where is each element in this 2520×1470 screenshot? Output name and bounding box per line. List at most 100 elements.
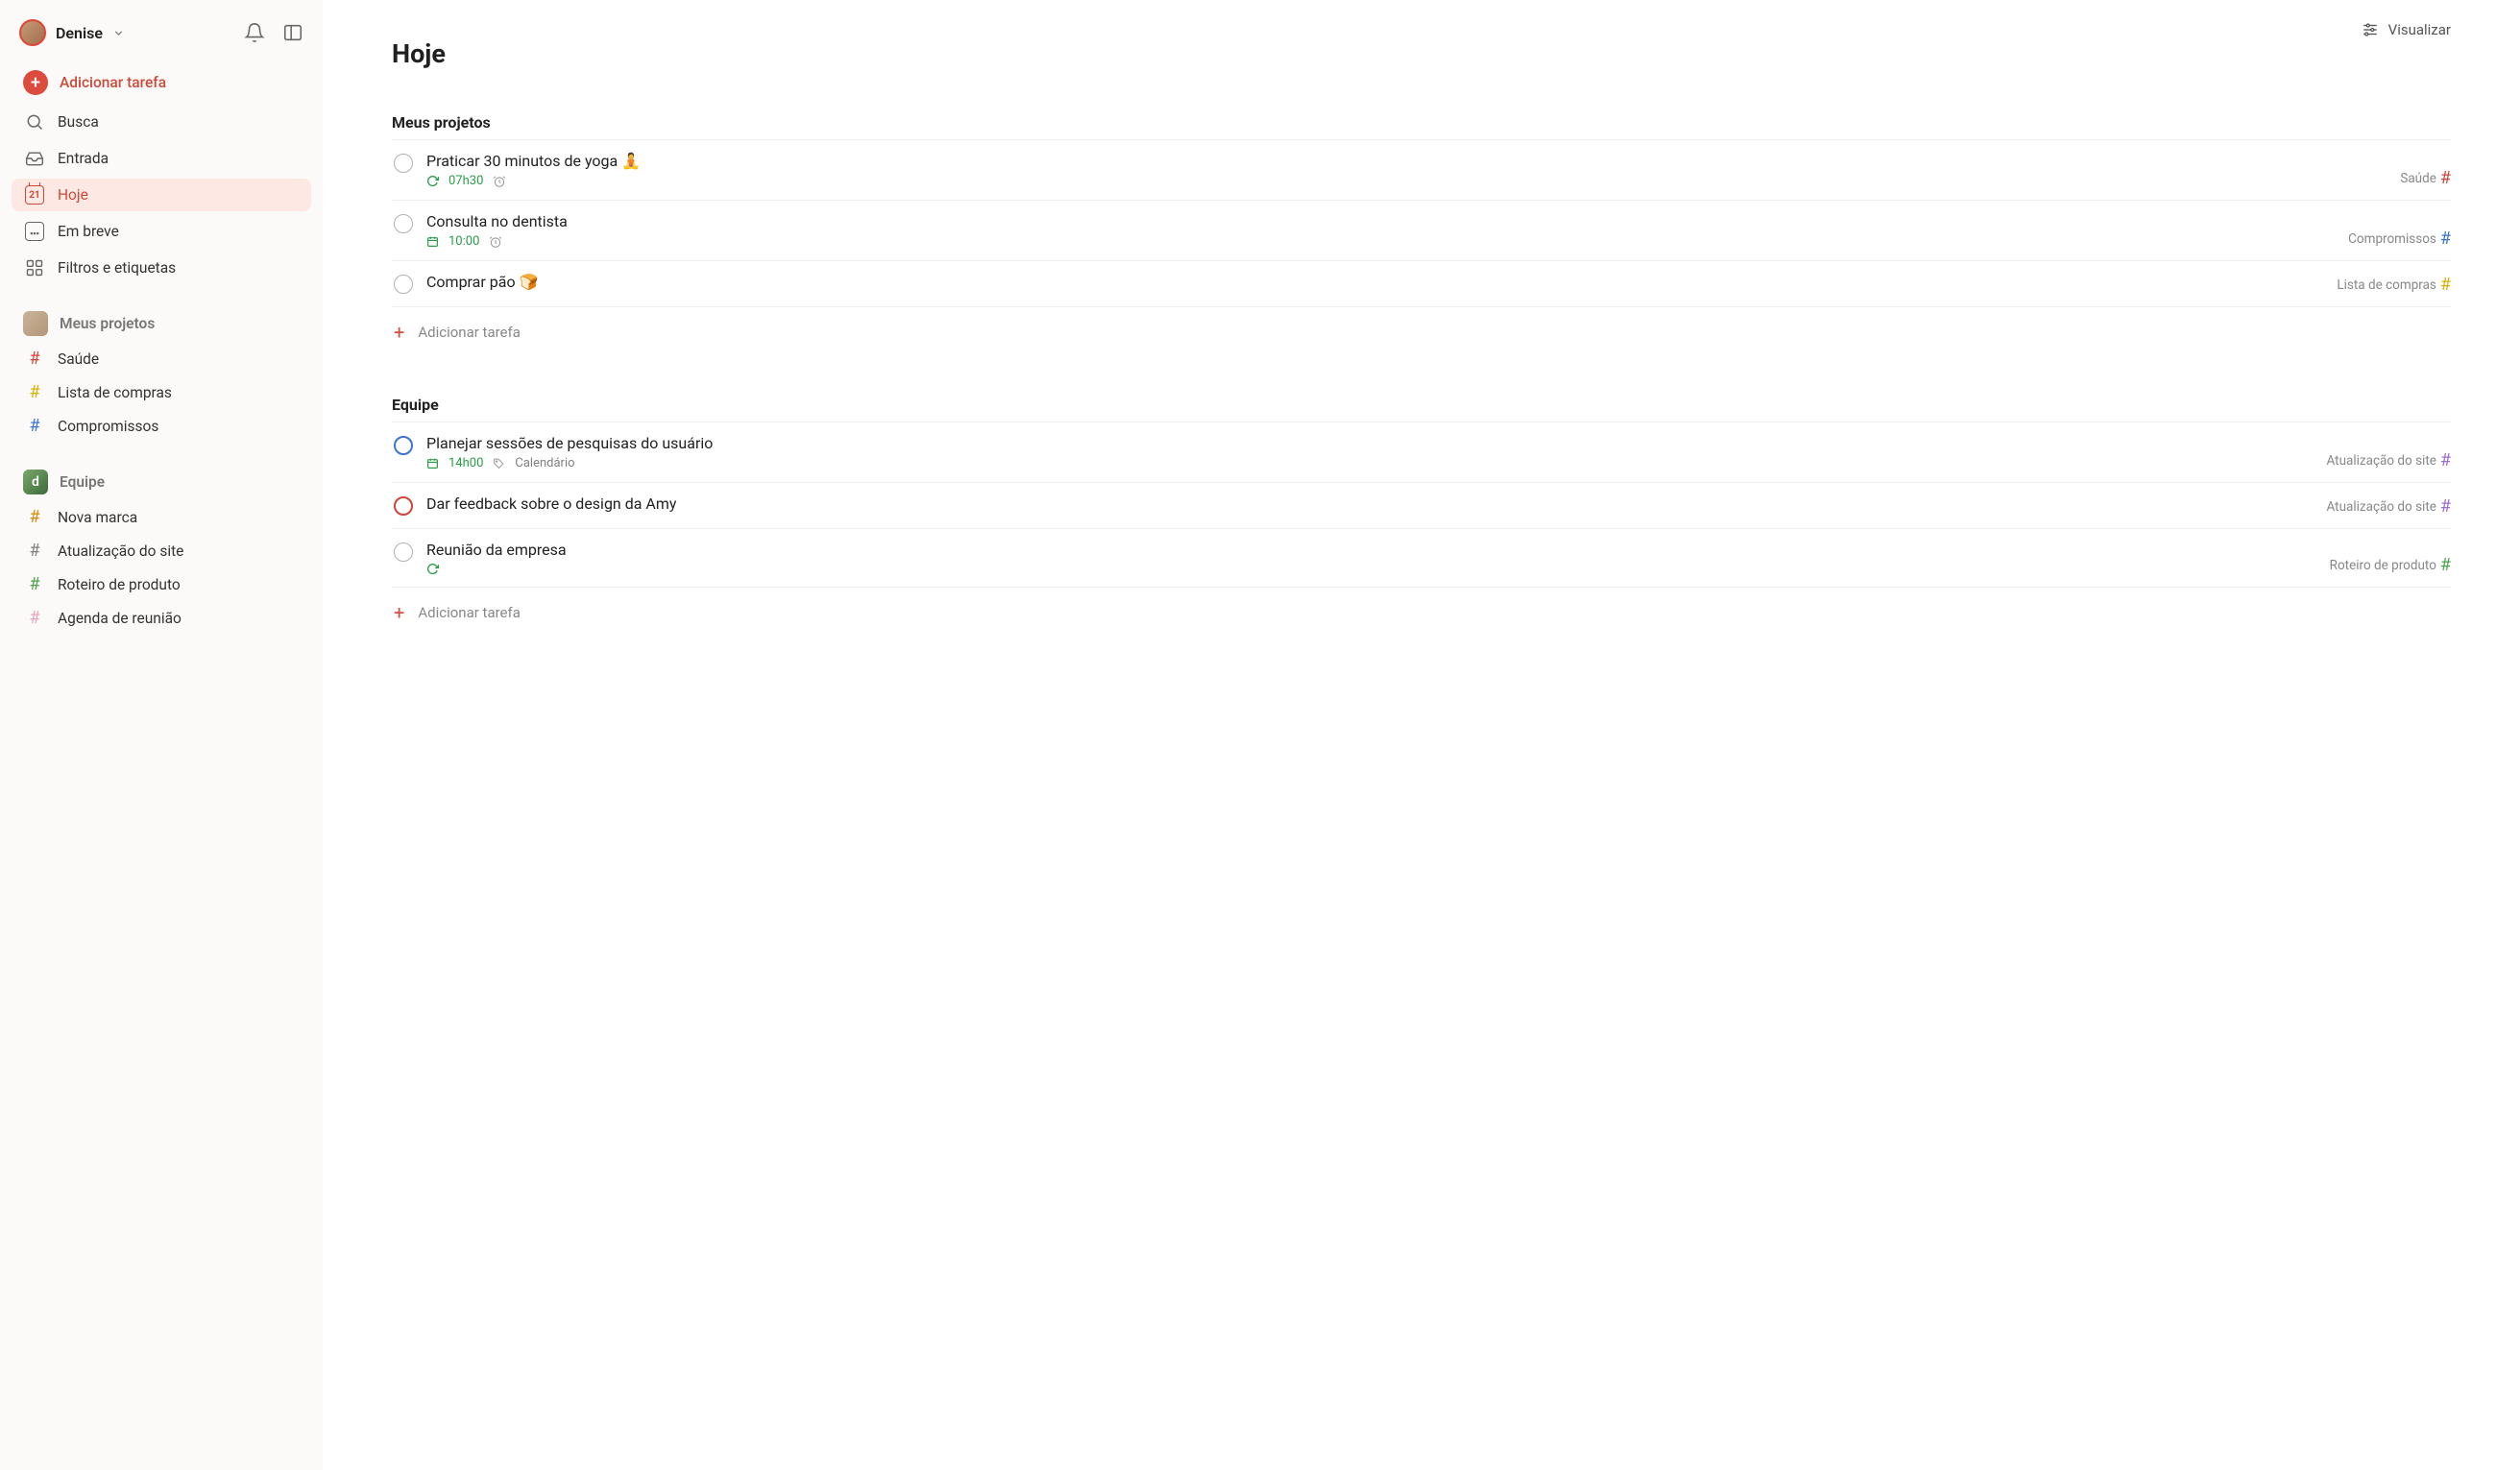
project-item[interactable]: # Atualização do site [12,534,311,567]
grid-icon [23,258,46,277]
task-checkbox[interactable] [394,214,413,233]
task-checkbox[interactable] [394,436,413,455]
project-name: Saúde [58,350,99,368]
nav-label: Busca [58,113,99,131]
task-project-link[interactable]: Atualização do site # [2326,450,2451,470]
task-list: Praticar 30 minutos de yoga 🧘 07h30 Saúd… [392,139,2451,307]
project-item[interactable]: # Compromissos [12,409,311,443]
task-time: 10:00 [448,234,479,249]
task-time: 14h00 [448,456,483,470]
hash-icon: # [2440,496,2451,517]
task-title: Consulta no dentista [426,212,2449,230]
task-body: Dar feedback sobre o design da Amy [426,494,2449,517]
view-button[interactable]: Visualizar [2362,21,2451,38]
add-task-row[interactable]: + Adicionar tarefa [392,307,2451,357]
project-name: Atualização do site [2326,453,2435,469]
hash-icon: # [23,416,46,436]
workspace-icon: d [23,470,48,494]
tag-icon [493,457,505,470]
hash-icon: # [23,382,46,402]
project-item[interactable]: # Roteiro de produto [12,567,311,601]
project-name: Nova marca [58,509,137,526]
page-title: Hoje [392,38,2451,69]
task-body: Praticar 30 minutos de yoga 🧘 07h30 [426,152,2449,188]
hash-icon: # [2440,229,2451,249]
workspace-title: Equipe [60,473,105,491]
section-title: Meus projetos [392,113,2451,132]
calendar-icon [426,235,439,248]
task-title: Planejar sessões de pesquisas do usuário [426,434,2449,452]
project-item[interactable]: # Nova marca [12,500,311,534]
plus-circle-icon: + [23,70,48,95]
nav-filters[interactable]: Filtros e etiquetas [12,252,311,284]
alarm-icon [489,235,502,249]
plus-icon: + [394,321,404,344]
task-row[interactable]: Planejar sessões de pesquisas do usuário… [392,422,2451,483]
task-label: Calendário [515,456,574,470]
search-icon [23,112,46,132]
task-row[interactable]: Comprar pão 🍞 Lista de compras # [392,261,2451,307]
hash-icon: # [23,608,46,628]
nav-label: Entrada [58,150,109,167]
task-title: Reunião da empresa [426,541,2449,559]
user-menu[interactable]: Denise [19,19,125,46]
workspace-team: d Equipe # Nova marca # Atualização do s… [12,464,311,635]
nav-search[interactable]: Busca [12,106,311,138]
hash-icon: # [2440,555,2451,575]
task-checkbox[interactable] [394,542,413,562]
nav-label: Em breve [58,223,119,240]
nav-upcoming[interactable]: ▪▪▪ Em breve [12,215,311,248]
calendar-icon [426,457,439,470]
hash-icon: # [23,541,46,561]
task-meta: 10:00 [426,234,2449,249]
alarm-icon [493,175,506,188]
project-item[interactable]: # Agenda de reunião [12,601,311,635]
hash-icon: # [23,574,46,594]
workspace-header-personal[interactable]: Meus projetos [12,305,311,342]
calendar-today-icon: 21 [23,185,46,205]
plus-icon: + [394,601,404,624]
main-content: Visualizar Hoje Meus projetos Praticar 3… [323,0,2520,1470]
project-name: Compromissos [2348,231,2436,247]
workspace-header-team[interactable]: d Equipe [12,464,311,500]
recurring-icon [426,175,439,187]
task-project-link[interactable]: Atualização do site # [2326,496,2451,517]
project-name: Lista de compras [58,384,172,401]
project-name: Lista de compras [2337,277,2436,293]
sidebar-toggle-icon[interactable] [282,22,303,43]
add-task-row[interactable]: + Adicionar tarefa [392,588,2451,638]
nav-inbox[interactable]: Entrada [12,142,311,175]
project-name: Roteiro de produto [2330,558,2436,573]
task-row[interactable]: Consulta no dentista 10:00 Compromissos … [392,201,2451,261]
task-checkbox[interactable] [394,496,413,516]
task-body: Comprar pão 🍞 [426,273,2449,295]
task-row[interactable]: Praticar 30 minutos de yoga 🧘 07h30 Saúd… [392,140,2451,201]
task-project-link[interactable]: Compromissos # [2348,229,2451,249]
project-name: Compromissos [58,418,158,435]
task-list: Planejar sessões de pesquisas do usuário… [392,422,2451,588]
task-project-link[interactable]: Saúde # [2400,168,2451,188]
task-checkbox[interactable] [394,275,413,294]
task-project-link[interactable]: Roteiro de produto # [2330,555,2451,575]
bell-icon[interactable] [244,22,265,43]
task-row[interactable]: Reunião da empresa Roteiro de produto # [392,529,2451,588]
inbox-icon [23,149,46,168]
sidebar-top-actions [244,22,303,43]
add-task-button[interactable]: + Adicionar tarefa [12,63,311,102]
nav-today[interactable]: 21 Hoje [12,179,311,211]
project-item[interactable]: # Lista de compras [12,375,311,409]
task-body: Planejar sessões de pesquisas do usuário… [426,434,2449,470]
task-project-link[interactable]: Lista de compras # [2337,275,2451,295]
add-task-label: Adicionar tarefa [60,74,166,91]
task-section: Equipe Planejar sessões de pesquisas do … [392,396,2451,638]
workspace-personal: Meus projetos # Saúde # Lista de compras… [12,305,311,443]
sidebar-top: Denise [12,13,311,60]
calendar-upcoming-icon: ▪▪▪ [23,222,46,241]
task-checkbox[interactable] [394,154,413,173]
task-title: Comprar pão 🍞 [426,273,2449,291]
task-row[interactable]: Dar feedback sobre o design da Amy Atual… [392,483,2451,529]
nav-label: Hoje [58,186,88,204]
view-label: Visualizar [2388,21,2451,38]
project-item[interactable]: # Saúde [12,342,311,375]
task-title: Praticar 30 minutos de yoga 🧘 [426,152,2449,170]
